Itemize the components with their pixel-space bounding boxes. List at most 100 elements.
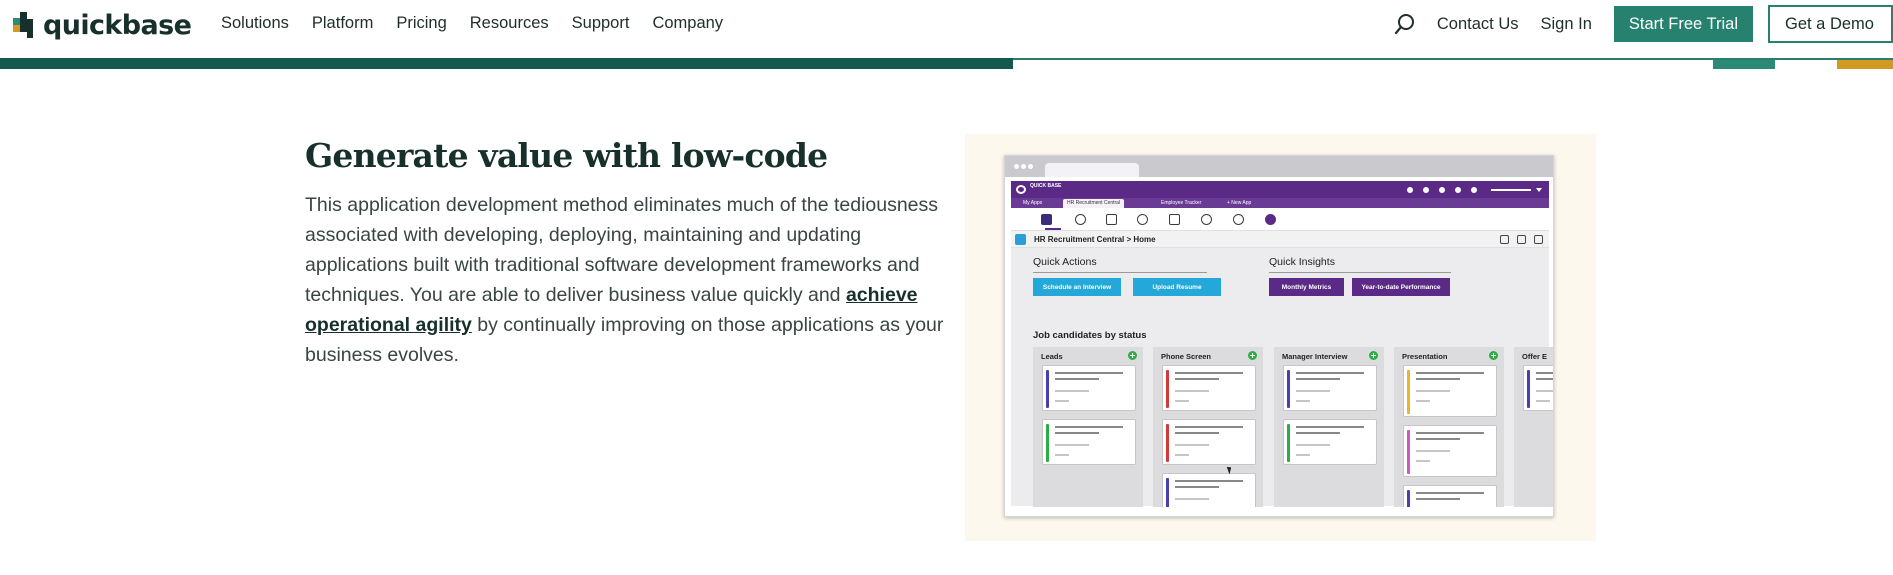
candidate-card — [1403, 365, 1497, 417]
settings-icon — [1015, 234, 1026, 245]
app-logo-icon — [1016, 185, 1026, 194]
card-text-placeholder — [1536, 390, 1553, 392]
brand-stripe-teal — [1713, 60, 1775, 69]
app-header: QUICK BASE — [1011, 181, 1549, 198]
kanban-column-title: Manager Interview — [1282, 352, 1348, 361]
nav-solutions[interactable]: Solutions — [221, 14, 289, 33]
tab-hr-recruitment: HR Recruitment Central — [1063, 199, 1125, 208]
card-text-placeholder — [1536, 400, 1550, 402]
quick-actions-title: Quick Actions — [1033, 256, 1097, 268]
candidate-card — [1162, 365, 1256, 411]
quickbase-logo[interactable]: quickbase — [13, 9, 192, 41]
card-text-placeholder — [1055, 444, 1089, 446]
card-text-placeholder — [1175, 480, 1243, 482]
start-free-trial-button[interactable]: Start Free Trial — [1613, 6, 1753, 42]
add-card-icon — [1489, 351, 1498, 360]
app-icon-toolbar — [1011, 208, 1549, 230]
card-text-placeholder — [1416, 400, 1430, 402]
card-text-placeholder — [1296, 372, 1364, 374]
candidate-card — [1162, 419, 1256, 465]
card-status-bar — [1166, 424, 1169, 462]
card-status-bar — [1046, 370, 1049, 408]
logo-text: quickbase — [43, 9, 192, 41]
card-text-placeholder — [1536, 378, 1553, 380]
nav-platform[interactable]: Platform — [312, 14, 373, 33]
card-text-placeholder — [1175, 498, 1209, 500]
add-card-icon — [1369, 351, 1378, 360]
contact-us-link[interactable]: Contact Us — [1437, 15, 1519, 34]
card-text-placeholder — [1416, 450, 1450, 452]
kanban-column: Manager Interview — [1274, 347, 1384, 507]
card-text-placeholder — [1296, 400, 1310, 402]
minus-circle-icon — [1233, 214, 1244, 225]
app-dashboard: Quick Actions Schedule an Interview Uplo… — [1011, 248, 1553, 507]
card-text-placeholder — [1416, 432, 1484, 434]
add-icon — [1265, 214, 1276, 225]
caret-down-icon — [1536, 188, 1542, 192]
add-card-icon — [1128, 351, 1137, 360]
add-card-icon — [1248, 351, 1257, 360]
card-status-bar — [1407, 370, 1410, 414]
card-text-placeholder — [1055, 432, 1099, 434]
kanban-column-title: Offer E — [1522, 352, 1548, 361]
card-text-placeholder — [1536, 372, 1553, 374]
card-text-placeholder — [1416, 372, 1484, 374]
card-status-bar — [1527, 370, 1530, 408]
breadcrumb-tools — [1492, 235, 1543, 244]
quick-insights-title: Quick Insights — [1269, 256, 1335, 268]
card-text-placeholder — [1175, 444, 1209, 446]
get-a-demo-button[interactable]: Get a Demo — [1768, 5, 1893, 43]
nav-company[interactable]: Company — [652, 14, 723, 33]
card-status-bar — [1407, 430, 1410, 474]
logo-mark-icon — [13, 12, 39, 38]
brand-stripe-gold — [1837, 60, 1893, 69]
sign-in-link[interactable]: Sign In — [1541, 15, 1592, 34]
card-text-placeholder — [1055, 378, 1099, 380]
browser-chrome — [1005, 156, 1553, 177]
candidate-card — [1042, 419, 1136, 465]
app-breadcrumb: HR Recruitment Central > Home — [1034, 235, 1156, 244]
card-text-placeholder — [1055, 372, 1123, 374]
candidate-card — [1403, 485, 1497, 507]
card-status-bar — [1407, 490, 1410, 507]
candidate-card — [1283, 365, 1377, 411]
top-nav: quickbase Solutions Platform Pricing Res… — [0, 0, 1893, 58]
nav-support[interactable]: Support — [572, 14, 630, 33]
card-text-placeholder — [1175, 432, 1219, 434]
group-icon — [1201, 214, 1212, 225]
tab-new-app: + New App — [1227, 200, 1252, 206]
card-text-placeholder — [1416, 498, 1460, 500]
card-text-placeholder — [1175, 378, 1219, 380]
kanban-title: Job candidates by status — [1033, 330, 1147, 341]
building-icon — [1106, 214, 1117, 225]
refresh-icon — [1137, 214, 1148, 225]
nav-resources[interactable]: Resources — [470, 14, 549, 33]
kanban-column-title: Phone Screen — [1161, 352, 1212, 361]
card-status-bar — [1166, 370, 1169, 408]
main-menu: Solutions Platform Pricing Resources Sup… — [221, 14, 746, 33]
card-text-placeholder — [1296, 426, 1364, 428]
nav-actions: Contact Us Sign In Start Free Trial Get … — [1393, 5, 1893, 43]
card-text-placeholder — [1055, 390, 1089, 392]
kanban-column: Leads — [1033, 347, 1143, 507]
card-text-placeholder — [1296, 390, 1330, 392]
brand-stripe — [0, 60, 1013, 69]
kanban-column: Presentation — [1394, 347, 1504, 507]
search-icon[interactable] — [1393, 12, 1417, 36]
card-text-placeholder — [1416, 438, 1460, 440]
card-text-placeholder — [1175, 454, 1189, 456]
browser-dot-icon — [1028, 164, 1033, 169]
tab-employee-tracker: Employee Tracker — [1161, 200, 1202, 206]
section-body: This application development method elim… — [305, 190, 950, 370]
card-text-placeholder — [1416, 492, 1484, 494]
candidate-card — [1283, 419, 1377, 465]
ytd-performance-button: Year-to-date Performance — [1352, 278, 1450, 296]
kanban-column: Offer E — [1514, 347, 1553, 507]
card-text-placeholder — [1296, 378, 1340, 380]
card-text-placeholder — [1175, 426, 1243, 428]
print-icon — [1517, 235, 1526, 244]
candidate-card — [1162, 473, 1256, 507]
app-screenshot-illustration: QUICK BASE My Apps HR Recruitment Centra… — [1004, 155, 1554, 517]
nav-pricing[interactable]: Pricing — [396, 14, 446, 33]
card-text-placeholder — [1175, 372, 1243, 374]
